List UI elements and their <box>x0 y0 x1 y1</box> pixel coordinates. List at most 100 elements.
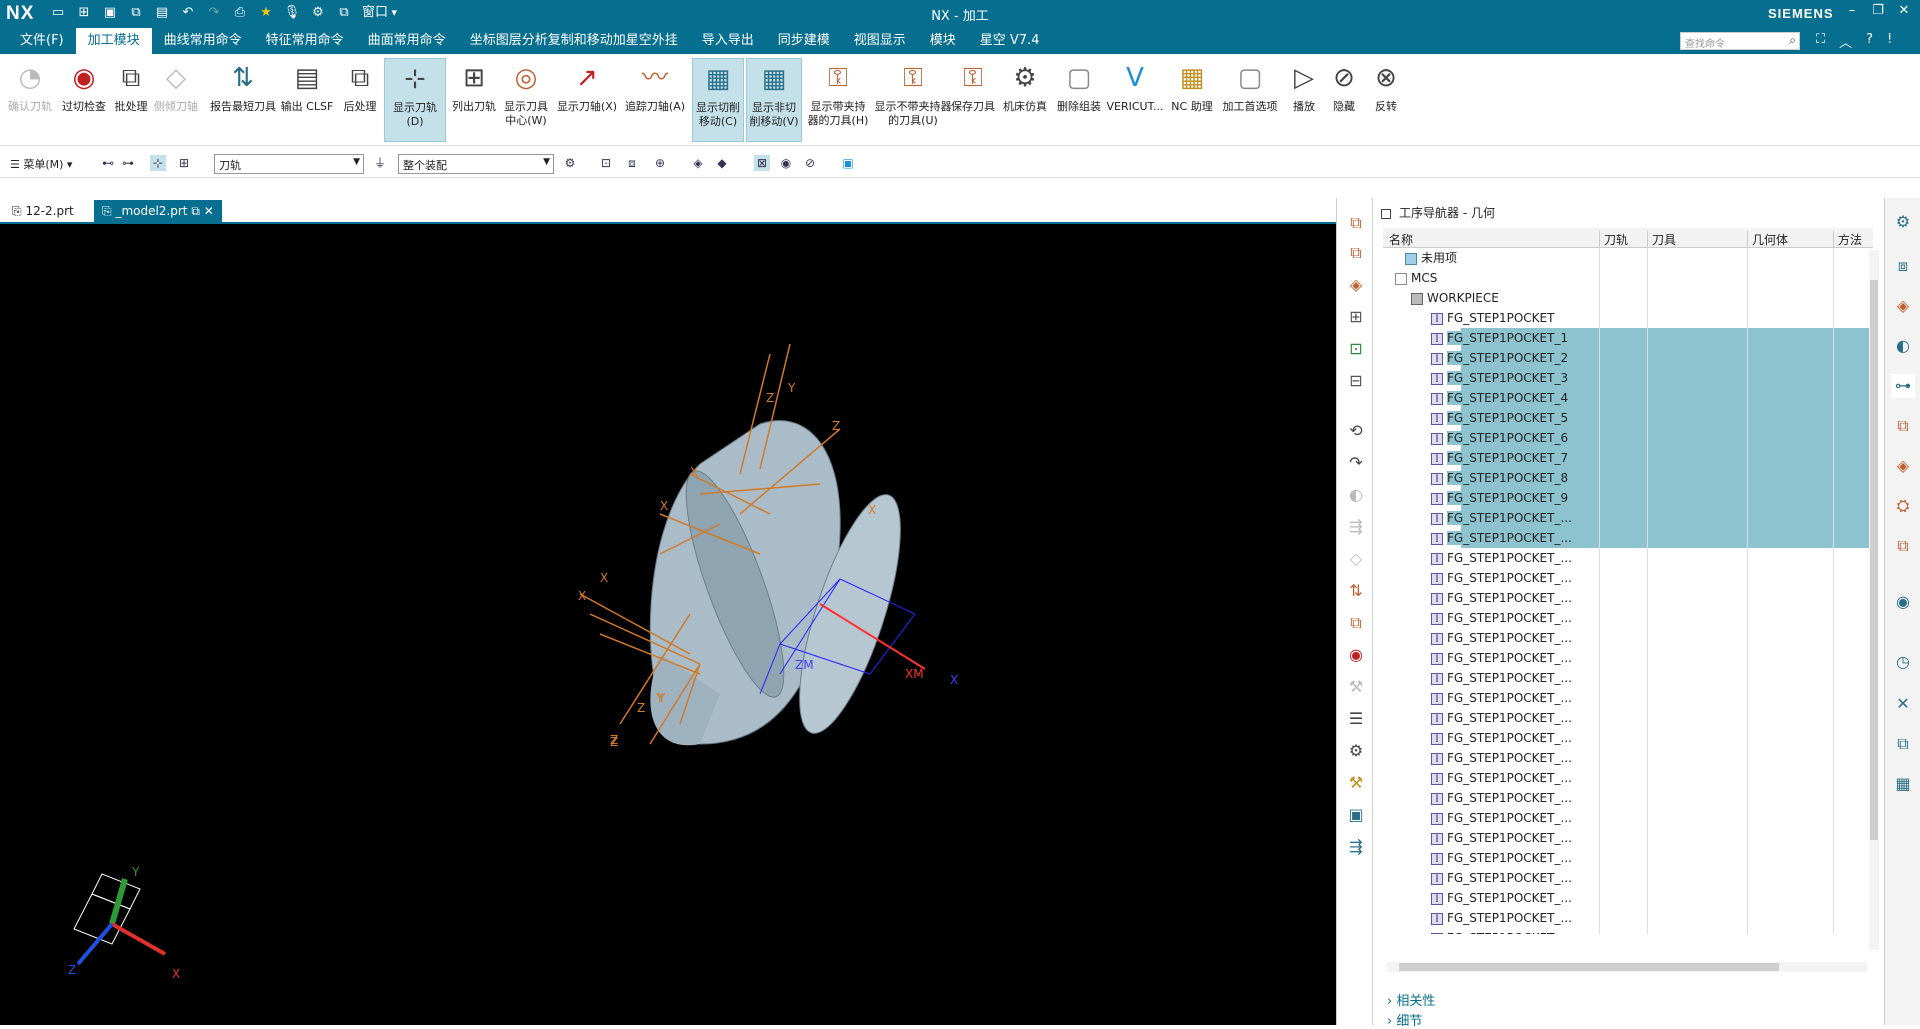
navigator-row[interactable]: ⫿ FG_STEP1POCKET_... <box>1383 628 1873 648</box>
ribbon-button-22[interactable]: ▷ 播放 <box>1286 58 1322 142</box>
section-details[interactable]: › 细节 <box>1387 1010 1422 1029</box>
roles-icon[interactable]: ⧉ <box>1891 732 1915 756</box>
ribbon-button-6[interactable]: ⧉ 后处理 <box>338 58 382 142</box>
feature-select-icon[interactable]: ⊞ <box>176 155 192 171</box>
operation-navigator-icon[interactable]: ⊶ <box>1891 374 1915 398</box>
scroll-thumb[interactable] <box>1870 280 1878 840</box>
filter-icon[interactable]: ⏚ <box>372 155 388 171</box>
list-icon[interactable]: ☰ <box>1345 708 1367 730</box>
create-method-icon[interactable]: ⊞ <box>1345 306 1367 328</box>
machining-feature-icon[interactable]: ◈ <box>1891 454 1915 478</box>
create-tool-icon[interactable]: ⧉ <box>1345 242 1367 264</box>
navigator-row[interactable]: ⫿ FG_STEP1POCKET_6 <box>1383 428 1873 448</box>
snap-icon[interactable]: ⊷ <box>100 155 116 171</box>
ribbon-button-4[interactable]: ⇅ 报告最短刀具 <box>208 58 278 142</box>
feature-group-icon[interactable]: ⊟ <box>1345 370 1367 392</box>
menu-item-9[interactable]: 模块 <box>918 28 968 54</box>
section-dependencies[interactable]: › 相关性 <box>1387 990 1435 1009</box>
settings-icon[interactable]: ⚙ <box>1891 210 1915 234</box>
navigator-row[interactable]: ⫿ FG_STEP1POCKET_8 <box>1383 468 1873 488</box>
ribbon-button-24[interactable]: ⊗ 反转 <box>1368 58 1404 142</box>
vericut-small-icon[interactable]: ▣ <box>840 155 856 171</box>
snap-mid-icon[interactable]: ⊕ <box>652 155 668 171</box>
navigator-row[interactable]: ⫿ FG_STEP1POCKET_... <box>1383 668 1873 688</box>
create-operation-icon[interactable]: ⊡ <box>1345 338 1367 360</box>
ribbon-button-18[interactable]: ▢ 删除组装 <box>1056 58 1102 142</box>
navigator-row[interactable]: MCS <box>1383 268 1873 288</box>
ribbon-button-21[interactable]: ▢ 加工首选项 <box>1218 58 1282 142</box>
navigator-row[interactable]: WORKPIECE <box>1383 288 1873 308</box>
navigator-row[interactable]: ⫿ FG_STEP1POCKET_... <box>1383 508 1873 528</box>
navigator-row[interactable]: ⫿ FG_STEP1POCKET_... <box>1383 808 1873 828</box>
navigator-row[interactable]: ⫿ FG_STEP1POCKET_... <box>1383 748 1873 768</box>
navigator-row[interactable]: ⫿ FG_STEP1POCKET_4 <box>1383 388 1873 408</box>
column-geometry[interactable]: 几何体 <box>1747 231 1788 248</box>
tab-12-2-prt[interactable]: ⎘ 12-2.prt <box>4 200 82 224</box>
navigator-row[interactable]: ⫿ FG_STEP1POCKET_3 <box>1383 368 1873 388</box>
gouge-check-icon[interactable]: ◉ <box>1345 644 1367 666</box>
ribbon-button-3[interactable]: ◇ 侧倾刀轴 <box>152 58 200 142</box>
navigator-horizontal-scrollbar[interactable] <box>1387 962 1867 972</box>
navigator-row[interactable]: ⫿ FG_STEP1POCKET_7 <box>1383 448 1873 468</box>
snap-end-icon[interactable]: ⧈ <box>624 155 640 171</box>
tilt-icon[interactable]: ◇ <box>1345 548 1367 570</box>
fullscreen-icon[interactable]: ⛶ <box>1816 32 1825 51</box>
scroll-thumb[interactable] <box>1399 963 1779 971</box>
ribbon-button-0[interactable]: ◔ 确认刀轨 <box>6 58 54 142</box>
history-icon[interactable]: ◷ <box>1891 650 1915 674</box>
machine-tool-navigator-icon[interactable]: ⧉ <box>1891 414 1915 438</box>
column-toolpath[interactable]: 刀轨 <box>1599 231 1628 248</box>
ribbon-button-14[interactable]: ⚿ 显示带夹持器的刀具(H) <box>806 58 870 142</box>
wrench-icon[interactable]: ⚒ <box>1345 676 1367 698</box>
snap-point-icon[interactable]: ⊡ <box>598 155 614 171</box>
select-icon[interactable]: ⊹ <box>150 155 166 171</box>
process-studio-icon[interactable]: ✕ <box>1891 692 1915 716</box>
type-filter-dropdown[interactable]: 刀轨 ▼ <box>214 154 364 174</box>
navigator-row[interactable]: ⫿ FG_STEP1POCKET_... <box>1383 708 1873 728</box>
mcs-display-icon[interactable]: ⊠ <box>754 155 770 171</box>
navigator-row[interactable]: ⫿ FG_STEP1POCKET_... <box>1383 788 1873 808</box>
ribbon-button-9[interactable]: ◎ 显示刀具中心(W) <box>500 58 552 142</box>
more-icon[interactable]: ⇶ <box>1345 836 1367 858</box>
navigator-row[interactable]: ⫿ FG_STEP1POCKET_1 <box>1383 328 1873 348</box>
web-browser-icon[interactable]: ◉ <box>1891 590 1915 614</box>
navigator-row[interactable]: ⫿ FG_STEP1POCKET_9 <box>1383 488 1873 508</box>
tab-detach-icon[interactable]: ⧉ <box>191 204 200 218</box>
ribbon-button-16[interactable]: ⚿ 保存刀具 <box>950 58 996 142</box>
navigator-row[interactable]: ⫿ FG_STEP1POCKET_2 <box>1383 348 1873 368</box>
machine-icon[interactable]: ⚙ <box>1345 740 1367 762</box>
navigator-row[interactable]: ⫿ FG_STEP1POCKET_... <box>1383 548 1873 568</box>
part-navigator-icon[interactable]: ◐ <box>1891 334 1915 358</box>
alert-icon[interactable]: ! <box>1887 32 1892 51</box>
menu-item-4[interactable]: 曲面常用命令 <box>356 28 458 54</box>
show-hide-icon[interactable]: ◉ <box>778 155 794 171</box>
create-program-icon[interactable]: ⧉ <box>1345 212 1367 234</box>
view-triad[interactable]: Y X Z <box>68 865 180 981</box>
report-tool-icon[interactable]: ⇅ <box>1345 580 1367 602</box>
ribbon-button-19[interactable]: V VERICUT... <box>1106 58 1164 142</box>
ribbon-button-23[interactable]: ⊘ 隐藏 <box>1326 58 1362 142</box>
constraint-navigator-icon[interactable]: ◈ <box>1891 294 1915 318</box>
menu-item-5[interactable]: 坐标图层分析复制和移动加星空外挂 <box>458 28 690 54</box>
menu-item-7[interactable]: 同步建模 <box>766 28 842 54</box>
graphics-viewport[interactable]: XM X ZM Z Y Z X X X X Z Z Y Z Y X Y X Z <box>0 224 1336 1025</box>
close-icon[interactable]: ✕ <box>1896 3 1912 18</box>
menu-item-1[interactable]: 加工模块 <box>75 28 152 54</box>
ribbon-button-20[interactable]: ▦ NC 助理 <box>1170 58 1214 142</box>
help-icon[interactable]: ? <box>1866 32 1873 51</box>
ribbon-button-5[interactable]: ▤ 输出 CLSF <box>280 58 334 142</box>
navigator-row[interactable]: ⫿ FG_STEP1POCKET_... <box>1383 828 1873 848</box>
post-icon[interactable]: ⧉ <box>1345 612 1367 634</box>
navigator-row[interactable]: 未用项 <box>1383 248 1873 268</box>
ribbon-button-10[interactable]: ↗ 显示刀轴(X) <box>556 58 618 142</box>
create-geometry-icon[interactable]: ◈ <box>1345 274 1367 296</box>
model-view[interactable]: XM X ZM Z Y Z X X X X Z Z Y Z Y X Y X Z <box>0 224 1336 1025</box>
verify-icon[interactable]: ◐ <box>1345 484 1367 506</box>
scope-dropdown[interactable]: 整个装配 ▼ <box>398 154 554 174</box>
shaded-view-icon[interactable]: ◆ <box>714 155 730 171</box>
navigator-row[interactable]: ⫿ FG_STEP1POCKET_... <box>1383 608 1873 628</box>
ribbon-button-2[interactable]: ⧉ 批处理 <box>110 58 152 142</box>
navigator-row[interactable]: ⫿ FG_STEP1POCKET_... <box>1383 908 1873 928</box>
menu-item-10[interactable]: 星空 V7.4 <box>968 28 1052 54</box>
navigator-row[interactable]: ⫿ FG_STEP1POCKET_... <box>1383 928 1873 934</box>
